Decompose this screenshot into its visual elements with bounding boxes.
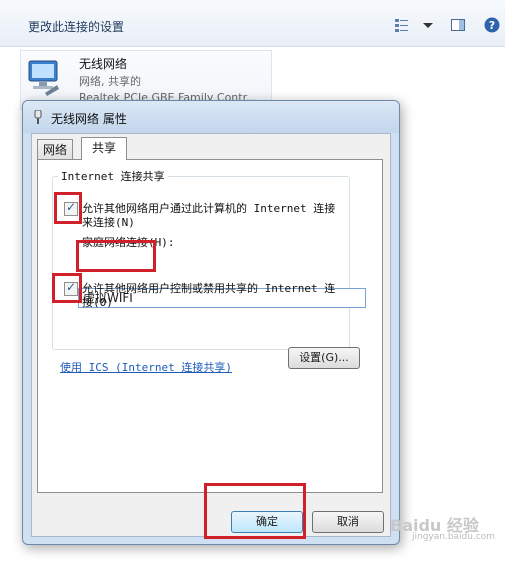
dialog-client-area: 网络 共享 Internet 连接共享 ✓ 允许其他网络用户通过此计算机的 In… xyxy=(31,133,391,537)
dialog-titlebar[interactable]: 无线网络 属性 xyxy=(23,101,399,133)
allow-control-label-line1[interactable]: 允许其他网络用户控制或禁用共享的 Internet 连 xyxy=(82,282,335,295)
allow-connect-label-line2[interactable]: 来连接(N) xyxy=(82,216,135,229)
tab-sharing[interactable]: 共享 xyxy=(81,137,127,160)
properties-dialog: 无线网络 属性 网络 共享 Internet 连接共享 ✓ 允许其他网络用户通过… xyxy=(22,100,400,545)
ics-help-link[interactable]: 使用 ICS (Internet 连接共享) xyxy=(60,359,232,375)
watermark-url: jingyan.baidu.com xyxy=(412,532,496,542)
highlight-ok-button xyxy=(204,483,306,539)
ics-group-label: Internet 连接共享 xyxy=(58,168,168,184)
highlight-checkbox-2 xyxy=(52,273,82,303)
tab-network[interactable]: 网络 xyxy=(37,139,73,160)
cancel-button[interactable]: 取消 xyxy=(312,511,384,533)
explorer-toolbar: 更改此连接的设置 ? xyxy=(0,0,505,47)
change-settings-command[interactable]: 更改此连接的设置 xyxy=(28,18,124,35)
sharing-tab-panel: Internet 连接共享 ✓ 允许其他网络用户通过此计算机的 Internet… xyxy=(37,159,383,493)
highlight-home-network xyxy=(76,240,156,272)
adapter-name: 无线网络 xyxy=(79,57,128,71)
network-adapter-icon xyxy=(27,57,61,97)
highlight-checkbox-1 xyxy=(54,192,82,224)
adapter-status: 网络, 共享的 xyxy=(79,75,141,88)
help-icon[interactable]: ? xyxy=(484,17,500,33)
allow-control-label-line2[interactable]: 接(O) xyxy=(82,296,113,309)
settings-button[interactable]: 设置(G)... xyxy=(288,347,360,369)
dialog-title: 无线网络 属性 xyxy=(51,112,127,126)
preview-pane-icon[interactable] xyxy=(450,17,466,33)
view-options-icon[interactable] xyxy=(394,17,410,33)
chevron-down-icon[interactable] xyxy=(420,17,436,33)
allow-connect-label-line1[interactable]: 允许其他网络用户通过此计算机的 Internet 连接 xyxy=(82,202,335,215)
svg-text:?: ? xyxy=(489,19,495,32)
network-cable-icon xyxy=(33,109,43,124)
